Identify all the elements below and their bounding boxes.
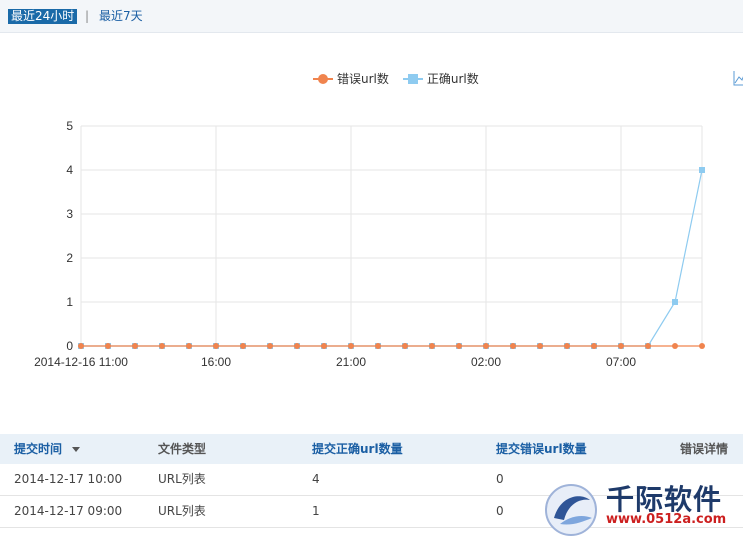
data-point-error-url <box>699 343 705 349</box>
data-point-error-url <box>564 343 570 349</box>
data-point-error-url <box>267 343 273 349</box>
legend-item-error-url[interactable]: 错误url数 <box>313 70 389 87</box>
tab-separator: | <box>85 9 90 23</box>
legend-item-correct-url[interactable]: 正确url数 <box>402 70 479 87</box>
sort-desc-icon[interactable] <box>72 447 81 452</box>
line-chart-icon[interactable] <box>733 70 743 86</box>
data-point-error-url <box>186 343 192 349</box>
data-point-error-url <box>672 343 678 349</box>
legend-label-error-url: 错误url数 <box>337 72 389 86</box>
cell-file-type: URL列表 <box>158 504 206 518</box>
data-point-error-url <box>294 343 300 349</box>
x-tick-label: 07:00 <box>606 355 636 369</box>
y-tick-label: 0 <box>66 339 73 353</box>
data-point-error-url <box>510 343 516 349</box>
y-tick-label: 2 <box>66 251 73 265</box>
legend-circle-marker-icon <box>313 73 333 85</box>
y-tick-label: 4 <box>66 163 73 177</box>
cell-submit-time: 2014-12-17 09:00 <box>14 504 123 518</box>
data-point-error-url <box>321 343 327 349</box>
data-point-error-url <box>105 343 111 349</box>
data-point-error-url <box>591 343 597 349</box>
header-submit-time[interactable]: 提交时间 <box>14 434 81 464</box>
x-tick-label: 16:00 <box>201 355 231 369</box>
data-point-error-url <box>483 343 489 349</box>
data-point-error-url <box>645 343 651 349</box>
y-tick-label: 3 <box>66 207 73 221</box>
data-point-error-url <box>132 343 138 349</box>
url-count-line-chart: 0 1 2 3 4 5 2014-12-16 11:00 16:00 21:00 02:00 07:… <box>34 119 705 369</box>
tab-last-7-days[interactable]: 最近7天 <box>96 9 146 24</box>
chart-legend: 错误url数 正确url数 <box>313 70 479 87</box>
data-point-error-url <box>240 343 246 349</box>
legend-square-marker-icon <box>402 73 423 85</box>
submission-table: 提交时间 文件类型 提交正确url数量 提交错误url数量 错误详情 2014-… <box>0 434 743 528</box>
cell-error-count: 0 <box>496 472 504 486</box>
header-error-details: 错误详情 <box>680 442 729 456</box>
cell-correct-count: 4 <box>312 472 320 486</box>
header-file-type: 文件类型 <box>158 442 207 456</box>
data-point-error-url <box>456 343 462 349</box>
data-point-error-url <box>213 343 219 349</box>
cell-error-count: 0 <box>496 504 504 518</box>
data-point-error-url <box>78 343 84 349</box>
cell-correct-count: 1 <box>312 504 320 518</box>
cell-file-type: URL列表 <box>158 472 206 486</box>
data-point-correct-url <box>672 299 678 305</box>
x-tick-label: 2014-12-16 11:00 <box>34 355 128 369</box>
table-header: 提交时间 文件类型 提交正确url数量 提交错误url数量 错误详情 <box>0 434 743 464</box>
x-tick-label: 02:00 <box>471 355 501 369</box>
y-tick-label: 5 <box>66 119 73 133</box>
y-tick-label: 1 <box>66 295 73 309</box>
x-tick-label: 21:00 <box>336 355 366 369</box>
data-point-error-url <box>348 343 354 349</box>
data-point-error-url <box>375 343 381 349</box>
tab-last-24-hours[interactable]: 最近24小时 <box>8 9 78 24</box>
data-point-correct-url <box>699 167 705 173</box>
data-point-error-url <box>618 343 624 349</box>
data-point-error-url <box>402 343 408 349</box>
data-point-error-url <box>159 343 165 349</box>
cell-submit-time: 2014-12-17 10:00 <box>14 472 123 486</box>
data-point-error-url <box>429 343 435 349</box>
header-error-url-count[interactable]: 提交错误url数量 <box>496 434 587 464</box>
header-correct-url-count[interactable]: 提交正确url数量 <box>312 434 403 464</box>
time-range-tabs: 最近24小时 | 最近7天 <box>0 0 743 33</box>
watermark-url: www.0512a.com <box>606 512 727 527</box>
legend-label-correct-url: 正确url数 <box>426 72 479 86</box>
header-submit-time-label: 提交时间 <box>14 442 63 456</box>
data-point-error-url <box>537 343 543 349</box>
